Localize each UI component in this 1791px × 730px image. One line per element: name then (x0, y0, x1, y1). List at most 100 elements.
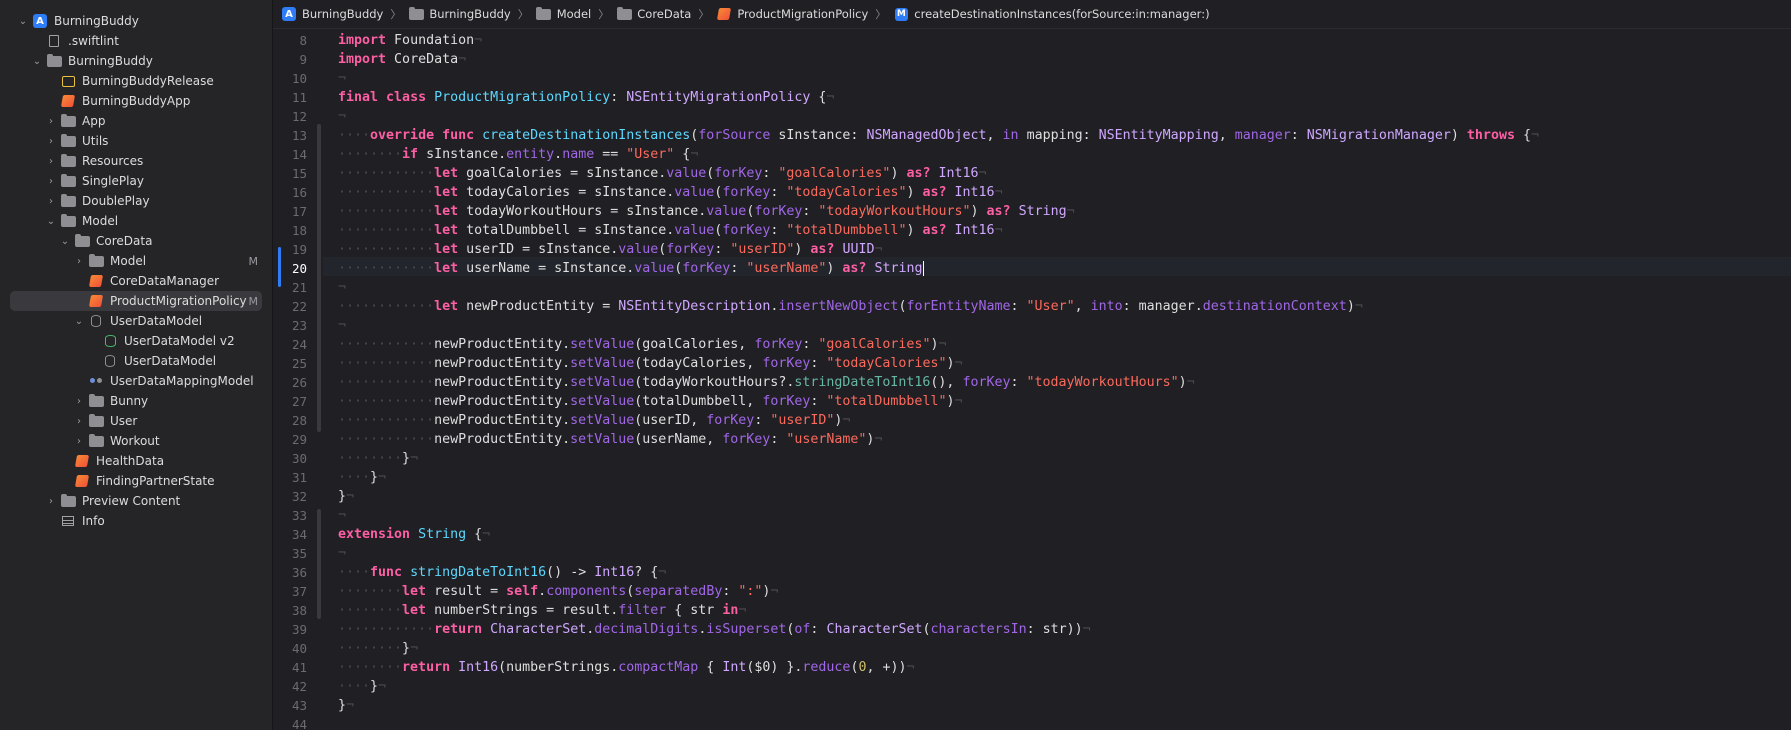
chevron-right-icon[interactable]: › (44, 496, 58, 507)
code-fold-ribbon[interactable] (317, 509, 321, 619)
chevron-down-icon[interactable]: ⌄ (72, 316, 86, 327)
navigator-item[interactable]: BurningBuddyApp (10, 91, 262, 111)
code-line[interactable]: ············let userName = sInstance.val… (338, 259, 924, 278)
code-line[interactable]: ¬ (338, 544, 346, 563)
navigator-item[interactable]: › Model M (10, 251, 262, 271)
navigator-item[interactable]: ⌄ A BurningBuddy (10, 11, 262, 31)
navigator-item[interactable]: FindingPartnerState (10, 471, 262, 491)
code-line[interactable]: ············let newProductEntity = NSEnt… (338, 297, 1363, 316)
navigator-item-label: BurningBuddyRelease (82, 74, 214, 88)
navigator-item[interactable]: › User (10, 411, 262, 431)
breadcrumb-item[interactable]: CoreData (616, 6, 692, 21)
navigator-item[interactable]: BurningBuddyRelease (10, 71, 262, 91)
code-line[interactable]: ········let numberStrings = result.filte… (338, 601, 746, 620)
navigator-item[interactable]: ProductMigrationPolicy M (10, 291, 262, 311)
chevron-right-icon[interactable]: › (44, 176, 58, 187)
navigator-item[interactable]: .swiftlint (10, 31, 262, 51)
breadcrumb-item[interactable]: BurningBuddy (408, 6, 511, 21)
code-line[interactable]: ············newProductEntity.setValue(to… (338, 392, 963, 411)
breadcrumb-label: BurningBuddy (302, 7, 384, 21)
navigator-item[interactable]: › App (10, 111, 262, 131)
code-line[interactable]: ············newProductEntity.setValue(to… (338, 354, 963, 373)
navigator-item[interactable]: › Resources (10, 151, 262, 171)
code-line[interactable]: ····override func createDestinationInsta… (338, 126, 1539, 145)
navigator-item[interactable]: › Bunny (10, 391, 262, 411)
chevron-down-icon[interactable]: ⌄ (30, 56, 44, 67)
navigator-item[interactable]: ⌄ BurningBuddy (10, 51, 262, 71)
code-line[interactable]: ¬ (338, 506, 346, 525)
chevron-right-icon[interactable]: › (44, 116, 58, 127)
code-line[interactable]: ············newProductEntity.setValue(to… (338, 373, 1195, 392)
chevron-right-icon[interactable]: › (44, 196, 58, 207)
code-line[interactable]: import Foundation¬ (338, 31, 482, 50)
code-line[interactable]: }¬ (338, 696, 354, 715)
chevron-right-icon[interactable]: › (44, 156, 58, 167)
navigator-item[interactable]: › Workout (10, 431, 262, 451)
chevron-right-icon[interactable]: › (72, 416, 86, 427)
navigator-item[interactable]: › DoublePlay (10, 191, 262, 211)
breadcrumb-item[interactable]: Model (536, 6, 591, 21)
chevron-right-icon[interactable]: › (72, 436, 86, 447)
code-line[interactable]: ············let todayWorkoutHours = sIns… (338, 202, 1075, 221)
chevron-right-icon[interactable]: › (72, 396, 86, 407)
chevron-right-icon[interactable]: › (72, 256, 86, 267)
source-change-indicator[interactable] (278, 247, 281, 287)
navigator-item[interactable]: HealthData (10, 451, 262, 471)
breadcrumb-label: CoreData (637, 7, 692, 21)
code-line[interactable]: ········let result = self.components(sep… (338, 582, 778, 601)
code-line[interactable]: ········return Int16(numberStrings.compa… (338, 658, 915, 677)
code-line[interactable]: extension String {¬ (338, 525, 490, 544)
code-line[interactable]: ····func stringDateToInt16() -> Int16? {… (338, 563, 666, 582)
navigator-item[interactable]: Info (10, 511, 262, 531)
code-text-area[interactable]: import Foundation¬ import CoreData¬ ¬ final… (338, 29, 1791, 730)
code-line[interactable]: ¬ (338, 107, 346, 126)
code-line[interactable]: ············let totalDumbbell = sInstanc… (338, 221, 1003, 240)
code-line[interactable]: ············newProductEntity.setValue(us… (338, 430, 882, 449)
code-line[interactable]: ····}¬ (338, 468, 386, 487)
code-line[interactable]: ········}¬ (338, 449, 418, 468)
code-editor[interactable]: 8 9 10 11 12 13 14 15 16 17 18 19 20 21 22 23 24 25 26 27 28… (273, 29, 1791, 730)
breadcrumb-item[interactable]: A BurningBuddy (281, 7, 383, 21)
navigator-item[interactable]: UserDataMappingModel (10, 371, 262, 391)
code-line[interactable]: ············newProductEntity.setValue(go… (338, 335, 946, 354)
source-control-status-badge: M (248, 294, 259, 308)
navigator-item-label: ProductMigrationPolicy (110, 294, 247, 308)
code-line[interactable]: ············let goalCalories = sInstance… (338, 164, 987, 183)
line-number: 11 (291, 90, 307, 105)
chevron-down-icon[interactable]: ⌄ (44, 216, 58, 227)
line-number: 35 (291, 546, 307, 561)
code-line[interactable]: ············newProductEntity.setValue(us… (338, 411, 850, 430)
breadcrumb-item[interactable]: McreateDestinationInstances(forSource:in… (893, 7, 1210, 21)
code-line[interactable]: ············let todayCalories = sInstanc… (338, 183, 1003, 202)
code-line[interactable]: ············let userID = sInstance.value… (338, 240, 882, 259)
code-line[interactable]: ········}¬ (338, 639, 418, 658)
code-line[interactable]: import CoreData¬ (338, 50, 466, 69)
folder-icon (88, 413, 104, 428)
code-line[interactable]: ¬ (338, 69, 346, 88)
chevron-right-icon[interactable]: › (44, 136, 58, 147)
chevron-down-icon[interactable]: ⌄ (16, 16, 30, 27)
navigator-item[interactable]: › Preview Content (10, 491, 262, 511)
navigator-item[interactable]: › Utils (10, 131, 262, 151)
chevron-down-icon[interactable]: ⌄ (58, 236, 72, 247)
code-line[interactable]: }¬ (338, 487, 354, 506)
code-fold-ribbon[interactable] (317, 124, 321, 432)
swift-icon (716, 7, 732, 21)
navigator-item[interactable]: UserDataModel (10, 351, 262, 371)
code-line[interactable]: ····}¬ (338, 677, 386, 696)
code-line[interactable]: final class ProductMigrationPolicy: NSEn… (338, 88, 834, 107)
navigator-item[interactable]: ⌄ CoreData (10, 231, 262, 251)
breadcrumb-item[interactable]: ProductMigrationPolicy (716, 7, 868, 21)
navigator-item[interactable]: ⌄ Model (10, 211, 262, 231)
code-line[interactable]: ········if sInstance.entity.name == "Use… (338, 145, 698, 164)
code-line[interactable]: ············return CharacterSet.decimalD… (338, 620, 1091, 639)
mapping-icon (88, 374, 104, 388)
navigator-item[interactable]: UserDataModel v2 (10, 331, 262, 351)
navigator-item[interactable]: ⌄ UserDataModel (10, 311, 262, 331)
code-line[interactable]: ¬ (338, 278, 346, 297)
navigator-item[interactable]: › SinglePlay (10, 171, 262, 191)
code-line[interactable]: ¬ (338, 316, 346, 335)
navigator-item[interactable]: CoreDataManager (10, 271, 262, 291)
folder-icon (88, 253, 104, 268)
swift-icon (88, 274, 104, 288)
